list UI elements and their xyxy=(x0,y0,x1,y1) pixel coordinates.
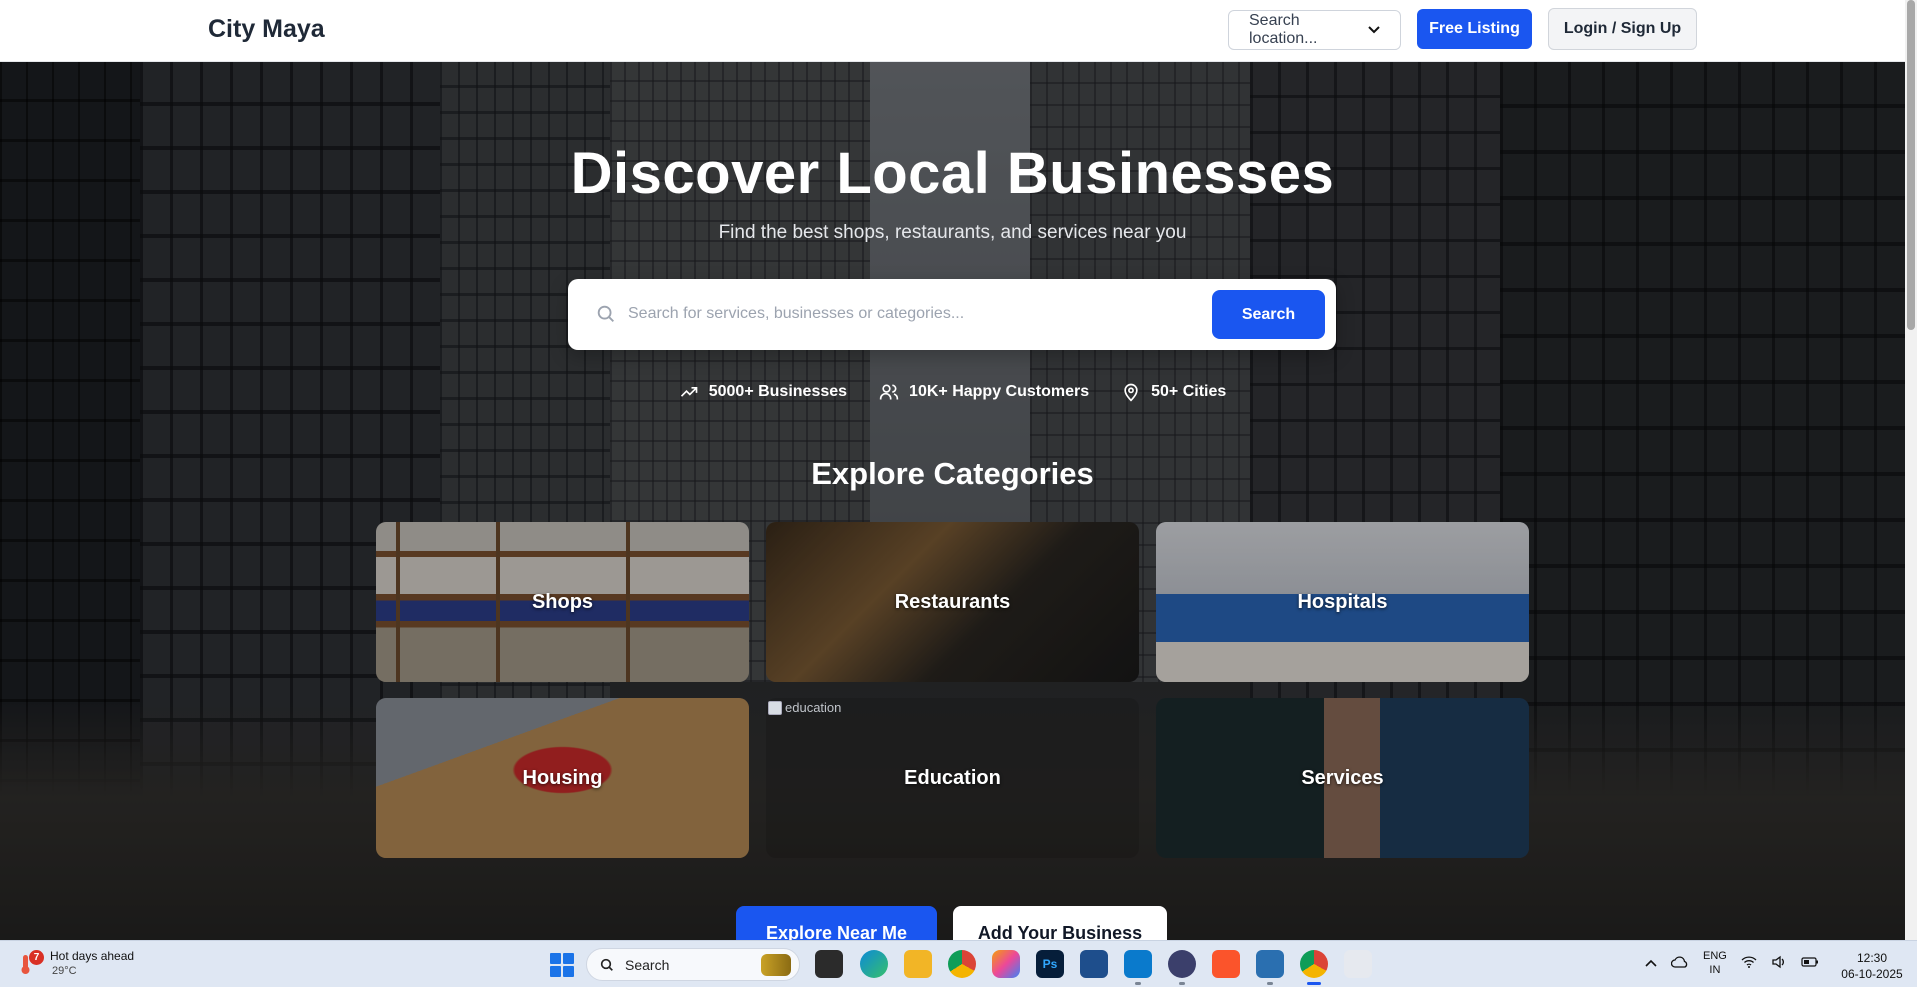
battery-icon[interactable] xyxy=(1801,956,1819,971)
file-explorer-icon[interactable] xyxy=(904,950,932,978)
taskbar-search[interactable]: Search xyxy=(586,948,800,981)
wifi-icon[interactable] xyxy=(1741,955,1757,971)
edge-icon[interactable] xyxy=(860,950,888,978)
chevron-down-icon xyxy=(1368,23,1380,37)
search-highlight-icon xyxy=(761,954,791,976)
cloud-icon[interactable] xyxy=(1670,955,1689,971)
trending-up-icon xyxy=(680,387,698,397)
category-label: Hospitals xyxy=(1297,590,1388,613)
snipping-tool-icon[interactable] xyxy=(1344,950,1372,978)
stat-businesses: 5000+ Businesses xyxy=(679,382,847,402)
chrome-active-icon[interactable] xyxy=(1300,950,1328,985)
terminal-icon[interactable] xyxy=(1080,950,1108,978)
location-select-value: Search location... xyxy=(1249,12,1318,47)
weather-alert-badge: 7 xyxy=(29,950,44,965)
map-pin-icon xyxy=(1124,383,1138,402)
language-indicator[interactable]: ENG IN xyxy=(1703,949,1727,977)
language-code: ENG xyxy=(1703,950,1727,962)
thermometer-icon: 7 xyxy=(18,950,44,976)
navbar: City Maya Search location... Free Listin… xyxy=(0,0,1905,62)
stat-label: 5000+ Businesses xyxy=(708,383,848,400)
taskbar-search-label: Search xyxy=(625,956,670,973)
region-code: IN xyxy=(1709,964,1721,976)
search-icon xyxy=(600,958,613,971)
category-card-restaurants[interactable]: Restaurants xyxy=(766,522,1139,682)
clock-time: 12:30 xyxy=(1856,951,1888,965)
stat-label: 10K+ Happy Customers xyxy=(909,383,1090,400)
login-signup-button[interactable]: Login / Sign Up xyxy=(1548,8,1697,50)
stat-label: 50+ Cities xyxy=(1151,383,1227,400)
search-bar: Search xyxy=(568,279,1336,350)
system-tray: ENG IN xyxy=(1645,949,1819,977)
brave-icon[interactable] xyxy=(1212,950,1240,978)
location-select[interactable]: Search location... xyxy=(1228,10,1401,50)
category-label: Housing xyxy=(522,766,603,789)
search-button[interactable]: Search xyxy=(1212,290,1325,339)
category-card-services[interactable]: Services xyxy=(1156,698,1529,858)
hero-subtitle: Find the best shops, restaurants, and se… xyxy=(718,222,1187,243)
broken-image-icon xyxy=(768,700,782,715)
weather-widget[interactable]: 7 Hot days ahead 29°C xyxy=(18,949,134,979)
app-icon[interactable] xyxy=(1168,950,1196,985)
task-view-icon[interactable] xyxy=(815,950,843,978)
category-card-shops[interactable]: Shops xyxy=(376,522,749,682)
chevron-up-icon[interactable] xyxy=(1645,956,1657,970)
photoshop-icon[interactable]: Ps xyxy=(1036,950,1064,978)
page-scrollbar[interactable] xyxy=(1905,0,1917,940)
stat-customers: 10K+ Happy Customers xyxy=(879,382,1089,402)
broken-image-placeholder: education xyxy=(768,700,841,715)
scrollbar-thumb[interactable] xyxy=(1907,0,1915,330)
clock-date: 06-10-2025 xyxy=(1841,967,1903,981)
windows-taskbar: 7 Hot days ahead 29°C Search Ps ENG IN 1… xyxy=(0,940,1917,987)
search-icon xyxy=(595,303,617,325)
search-input[interactable] xyxy=(628,299,1208,329)
hero-title: Discover Local Businesses xyxy=(570,141,1335,206)
category-label: Education xyxy=(904,766,1001,789)
category-card-housing[interactable]: Housing xyxy=(376,698,749,858)
users-icon xyxy=(879,384,899,400)
category-card-hospitals[interactable]: Hospitals xyxy=(1156,522,1529,682)
app-icon[interactable] xyxy=(1256,950,1284,985)
weather-temp: 29°C xyxy=(52,965,77,977)
category-label: Services xyxy=(1301,766,1384,789)
chrome-icon[interactable] xyxy=(948,950,976,978)
vscode-icon[interactable] xyxy=(1124,950,1152,985)
category-label: Shops xyxy=(531,590,594,613)
stat-cities: 50+ Cities xyxy=(1121,382,1226,402)
copilot-icon[interactable] xyxy=(992,950,1020,978)
categories-title: Explore Categories xyxy=(811,456,1094,491)
category-label: Restaurants xyxy=(894,590,1011,613)
broken-image-alt: education xyxy=(785,700,842,715)
volume-icon[interactable] xyxy=(1771,955,1787,972)
brand-logo[interactable]: City Maya xyxy=(208,15,325,44)
taskbar-clock[interactable]: 12:30 06-10-2025 xyxy=(1836,950,1908,982)
free-listing-button[interactable]: Free Listing xyxy=(1417,9,1532,49)
weather-text: Hot days ahead xyxy=(50,949,135,963)
category-card-education[interactable]: education Education xyxy=(766,698,1139,858)
stats-row: 5000+ Businesses 10K+ Happy Customers 50… xyxy=(0,382,1905,402)
windows-start-icon[interactable] xyxy=(550,953,574,977)
